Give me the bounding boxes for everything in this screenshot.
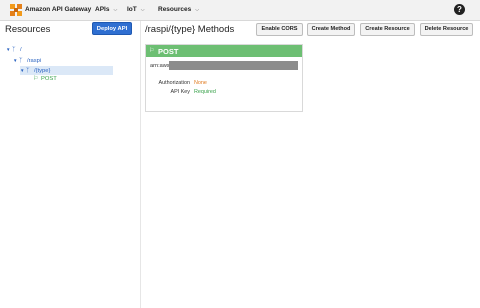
top-navigation-bar: Amazon API Gateway APIs ⌵ IoT ⌵ Resources ⌵… xyxy=(0,0,480,21)
authorization-label: Authorization xyxy=(158,80,190,86)
method-icon: ⚐ xyxy=(149,48,155,54)
create-method-button[interactable]: Create Method xyxy=(307,23,355,36)
tree-item-post[interactable]: ⚐ POST xyxy=(33,75,57,84)
panel-divider xyxy=(140,21,141,308)
app-title[interactable]: Amazon API Gateway xyxy=(25,6,91,13)
resource-icon: ᛉ xyxy=(12,47,16,53)
nav-iot-label: IoT xyxy=(127,6,137,13)
api-key-value: Required xyxy=(194,89,216,95)
nav-resources[interactable]: Resources ⌵ xyxy=(158,6,199,13)
tree-item-label: / xyxy=(20,47,22,53)
arn-label: arn:aws xyxy=(150,63,170,69)
nav-resources-label: Resources xyxy=(158,6,192,13)
tree-item-label: /raspi xyxy=(27,58,42,64)
authorization-value: None xyxy=(194,80,207,86)
tree-item-root[interactable]: ▼ ᛉ / xyxy=(6,45,22,54)
deploy-api-button[interactable]: Deploy API xyxy=(92,22,132,35)
method-card-header[interactable]: ⚐ POST xyxy=(146,45,302,57)
aws-cube-logo-icon xyxy=(10,4,22,16)
tree-item-label: POST xyxy=(41,76,57,82)
create-resource-button[interactable]: Create Resource xyxy=(360,23,415,36)
method-icon: ⚐ xyxy=(33,76,39,82)
method-card[interactable]: ⚐ POST arn:aws Authorization None API Ke… xyxy=(145,44,303,112)
enable-cors-button[interactable]: Enable CORS xyxy=(256,23,303,36)
chevron-down-icon: ⌵ xyxy=(195,7,200,13)
delete-resource-button[interactable]: Delete Resource xyxy=(420,23,473,36)
help-icon[interactable]: ? xyxy=(454,4,465,15)
nav-apis[interactable]: APIs ⌵ xyxy=(95,6,117,13)
resources-heading: Resources xyxy=(5,24,51,35)
chevron-down-icon: ⌵ xyxy=(140,7,145,13)
nav-iot[interactable]: IoT ⌵ xyxy=(127,6,145,13)
nav-apis-label: APIs xyxy=(95,6,110,13)
tree-item-label: /{type} xyxy=(34,68,51,74)
arn-redacted-bar xyxy=(169,61,298,70)
page-title: /raspi/{type} Methods xyxy=(145,24,235,35)
tree-item-type[interactable]: ▼ ᛉ/{type} xyxy=(20,66,113,75)
method-title: POST xyxy=(158,47,179,56)
api-key-label: API Key xyxy=(170,89,190,95)
chevron-down-icon: ⌵ xyxy=(113,7,118,13)
resource-icon: ᛉ xyxy=(19,58,23,64)
tree-item-raspi[interactable]: ▼ ᛉ/raspi xyxy=(13,56,41,65)
